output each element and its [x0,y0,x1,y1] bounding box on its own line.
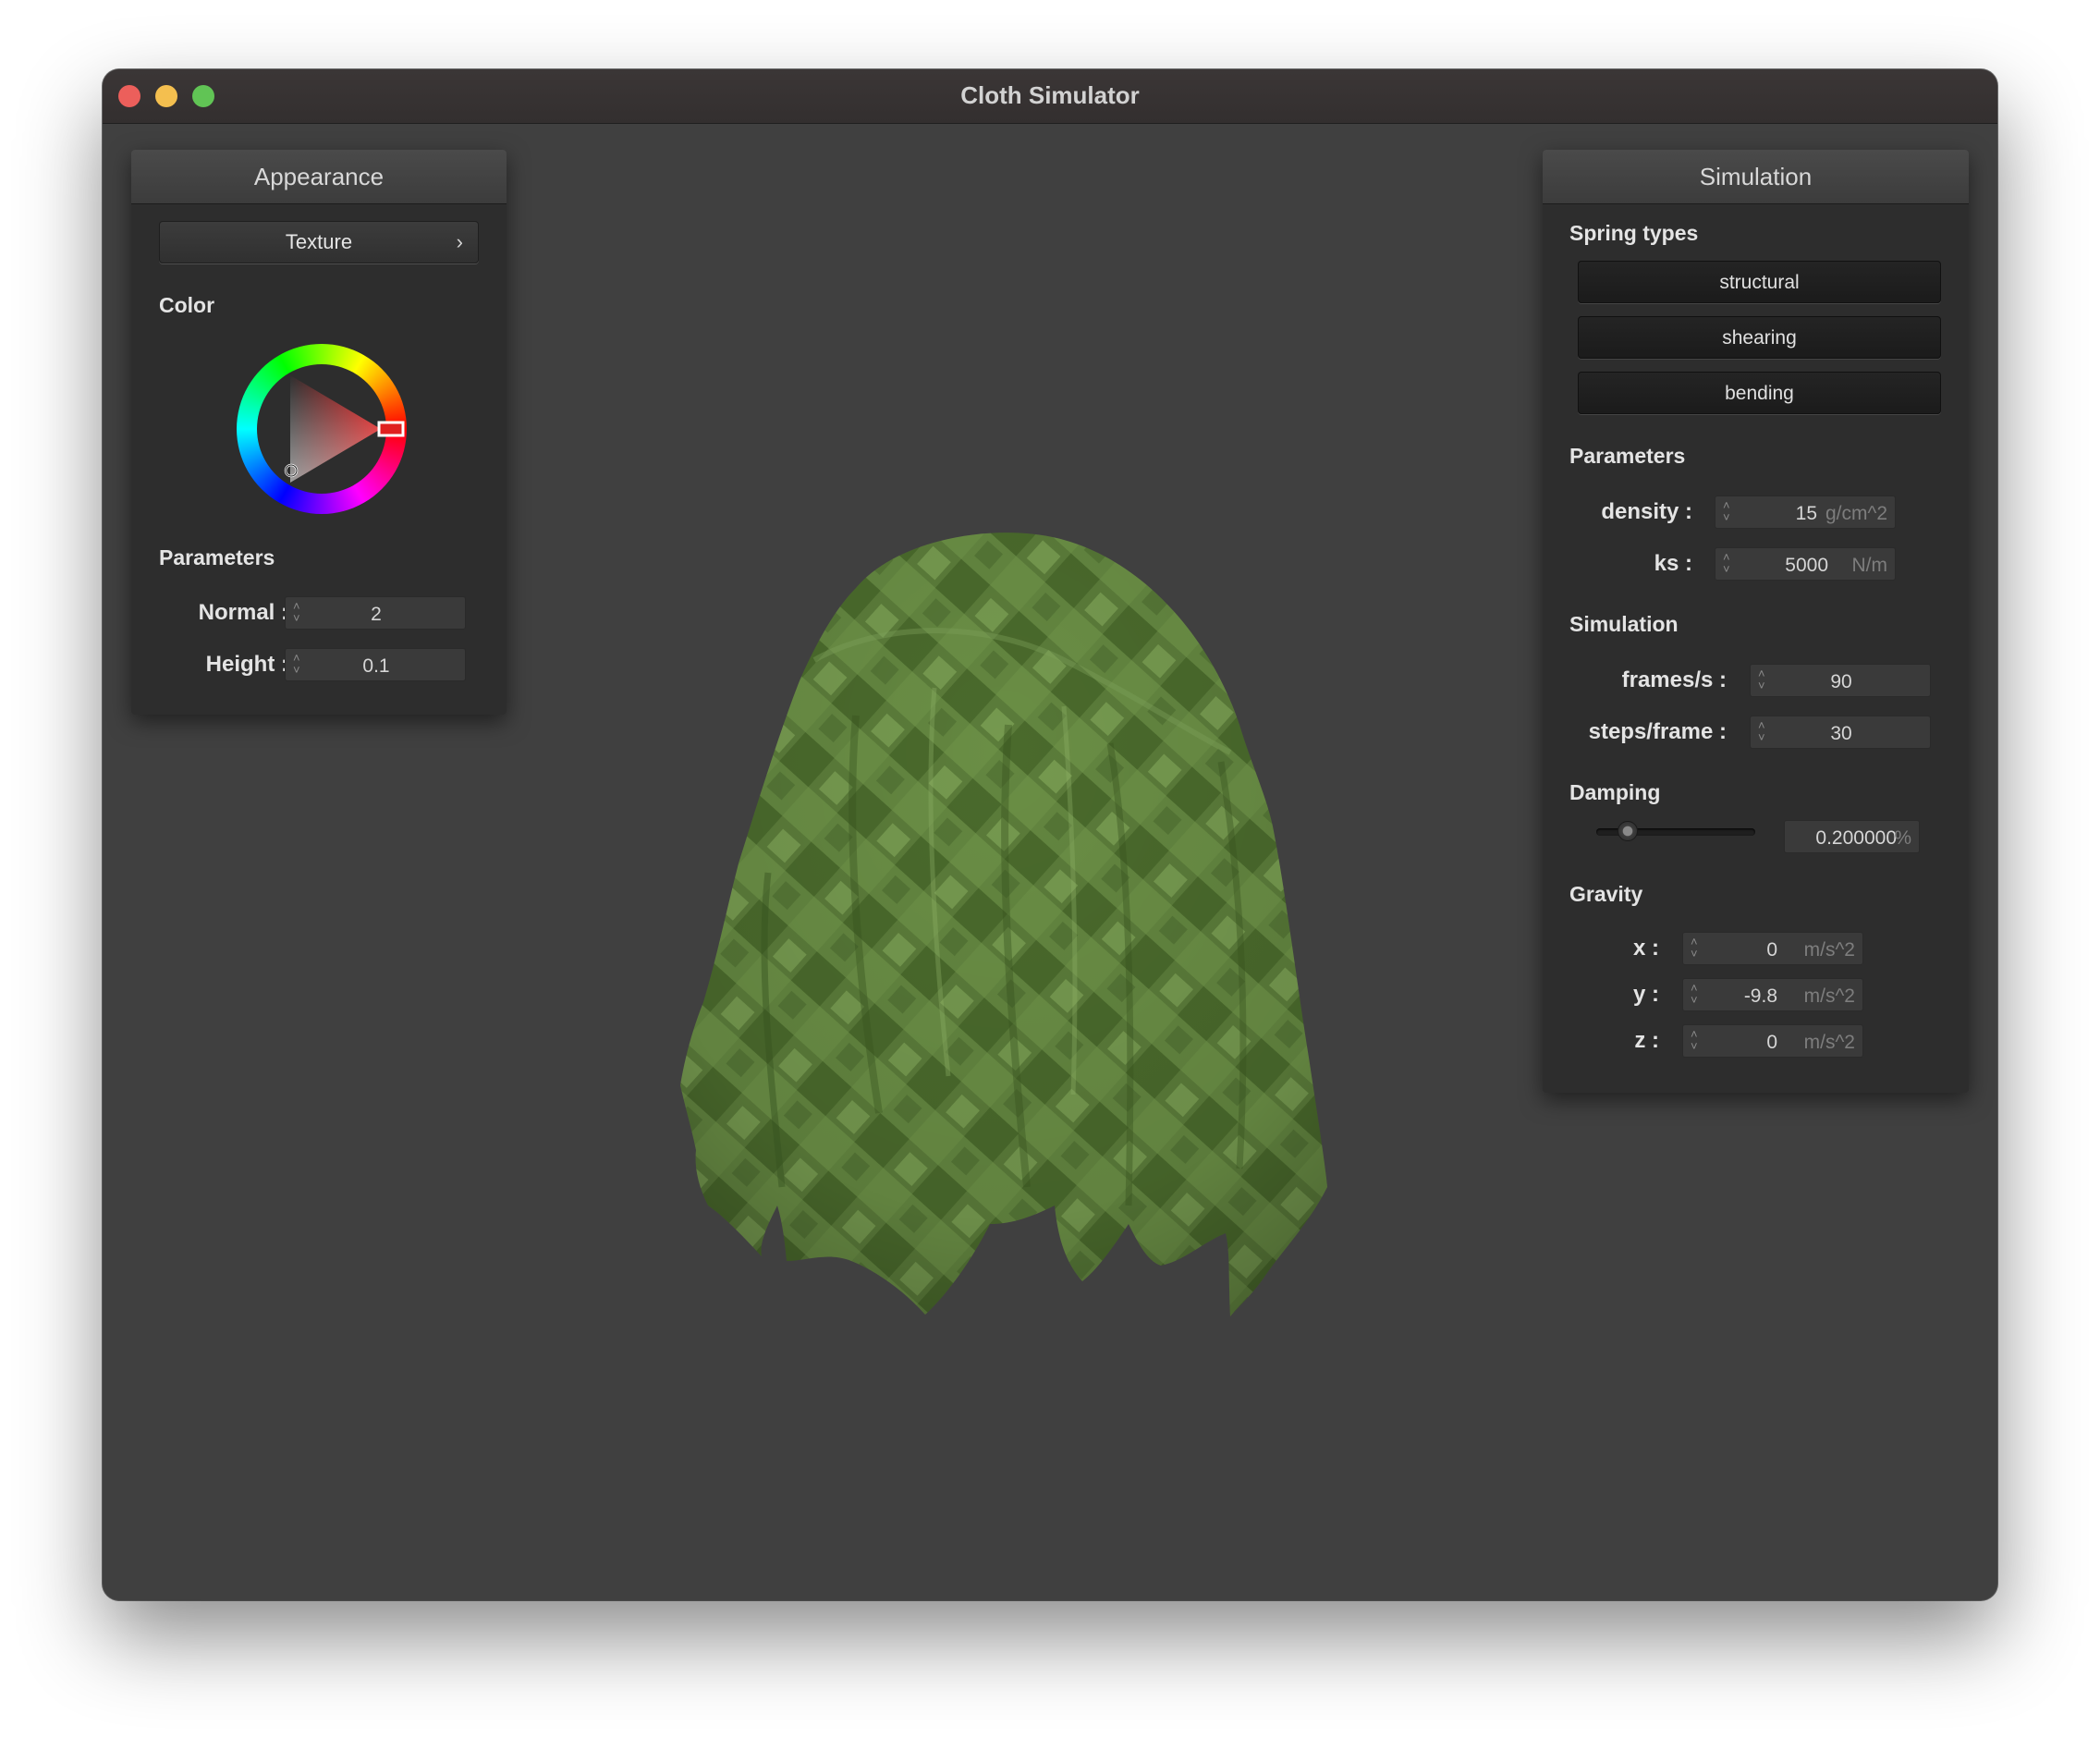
gravity-z-unit: m/s^2 [1803,1032,1855,1053]
normal-label: Normal : [198,600,288,625]
gravity-x-input[interactable]: ˄ ˅ 0 m/s^2 [1682,932,1863,965]
height-value: 0.1 [362,655,390,677]
gravity-label: Gravity [1569,882,1643,906]
cloth-mesh-render[interactable] [629,521,1424,1353]
fps-input[interactable]: ˄ ˅ 90 [1750,664,1931,697]
density-input[interactable]: ˄ ˅ 15 g/cm^2 [1715,496,1896,529]
damping-label: Damping [1569,780,1661,804]
simulation-panel: Simulation Spring types structural shear… [1543,150,1969,1093]
fps-value: 90 [1830,671,1852,692]
damping-input[interactable]: 0.200000 % [1784,820,1920,853]
gravity-x-label: x : [1632,936,1659,961]
steps-value: 30 [1830,723,1852,744]
gravity-y-label: y : [1632,982,1659,1007]
title-bar[interactable]: Cloth Simulator [103,69,1997,124]
steps-label: steps/frame : [1588,719,1727,744]
gravity-x-value: 0 [1766,939,1777,961]
damping-value: 0.200000 [1815,827,1897,849]
height-input[interactable]: ˄ ˅ 0.1 [285,648,466,681]
spinner-arrows-icon[interactable]: ˄ ˅ [1691,936,1698,960]
gravity-y-value: -9.8 [1743,985,1777,1007]
gravity-z-label: z : [1634,1028,1659,1053]
structural-toggle-button[interactable]: structural [1578,261,1941,303]
ks-input[interactable]: ˄ ˅ 5000 N/m [1715,547,1896,581]
shearing-toggle-button[interactable]: shearing [1578,316,1941,359]
ks-label: ks : [1654,551,1692,576]
spinner-arrows-icon[interactable]: ˄ ˅ [1691,982,1698,1006]
density-value: 15 [1795,503,1817,524]
damping-slider-handle[interactable] [1618,821,1638,841]
spinner-arrows-icon[interactable]: ˄ ˅ [1691,1028,1698,1052]
sim-params-label: Parameters [1569,444,1686,468]
simulation-panel-title[interactable]: Simulation [1543,150,1969,204]
app-window: Cloth Simulator Appearance Texture › Col… [103,69,1997,1600]
steps-input[interactable]: ˄ ˅ 30 [1750,716,1931,749]
fps-label: frames/s : [1621,667,1727,692]
gravity-y-unit: m/s^2 [1803,985,1855,1007]
appearance-panel-title[interactable]: Appearance [131,150,507,204]
density-unit: g/cm^2 [1825,503,1887,524]
ks-value: 5000 [1785,555,1828,576]
color-label: Color [159,293,215,317]
damping-unit: % [1894,827,1911,849]
hue-selector-marker [377,421,405,437]
spinner-arrows-icon[interactable]: ˄ ˅ [1723,499,1730,523]
spinner-arrows-icon[interactable]: ˄ ˅ [1723,551,1730,575]
gravity-x-unit: m/s^2 [1803,939,1855,961]
texture-button[interactable]: Texture › [159,221,479,263]
texture-button-label: Texture [285,230,353,253]
gravity-y-input[interactable]: ˄ ˅ -9.8 m/s^2 [1682,978,1863,1011]
color-wheel[interactable] [233,340,410,518]
normal-value: 2 [371,604,382,625]
ks-unit: N/m [1851,555,1888,576]
height-label: Height : [205,652,288,677]
sim-section-label: Simulation [1569,612,1679,636]
normal-input[interactable]: ˄ ˅ 2 [285,596,466,630]
density-label: density : [1601,499,1692,524]
gravity-z-value: 0 [1766,1032,1777,1053]
chevron-right-icon: › [456,230,463,253]
window-title: Cloth Simulator [960,81,1140,109]
appearance-params-label: Parameters [159,545,275,569]
appearance-panel: Appearance Texture › Color Parameters No… [131,150,507,715]
spring-types-label: Spring types [1569,221,1699,245]
gravity-z-input[interactable]: ˄ ˅ 0 m/s^2 [1682,1024,1863,1058]
bending-toggle-button[interactable]: bending [1578,372,1941,414]
damping-slider[interactable] [1596,821,1755,841]
